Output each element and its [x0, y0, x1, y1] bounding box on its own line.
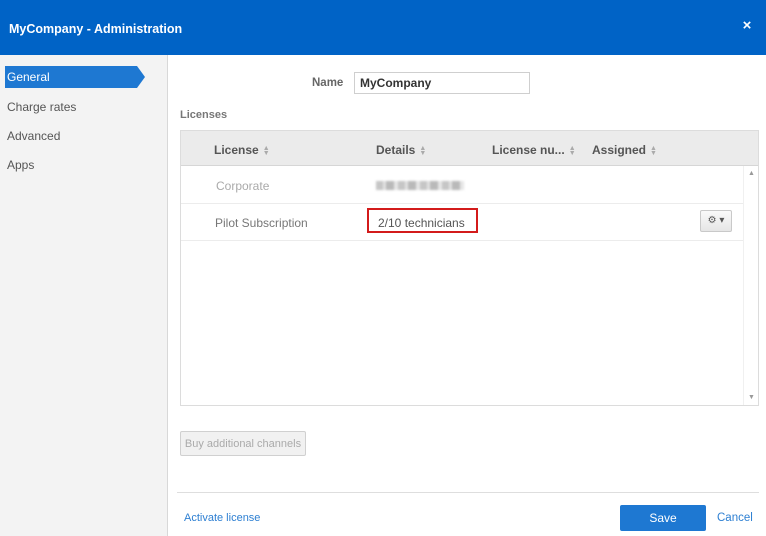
- name-input[interactable]: [354, 72, 530, 94]
- row-actions-button[interactable]: ⚙ ▾: [700, 210, 732, 232]
- column-header-assigned[interactable]: Assigned ▲ ▼: [592, 143, 657, 157]
- column-header-license[interactable]: License ▲ ▼: [214, 143, 270, 157]
- table-row[interactable]: Pilot Subscription 2/10 technicians ⚙ ▾: [181, 204, 743, 241]
- license-name: Corporate: [216, 179, 270, 193]
- column-header-license-number[interactable]: License nu... ▲ ▼: [492, 143, 576, 157]
- licenses-section-label: Licenses: [180, 109, 228, 121]
- sort-icon: ▲ ▼: [650, 144, 657, 157]
- scroll-down-icon[interactable]: ▼: [748, 394, 755, 401]
- name-label: Name: [312, 77, 344, 89]
- grid-scrollbar[interactable]: ▲ ▼: [743, 166, 758, 405]
- activate-license-link[interactable]: Activate license: [184, 512, 260, 524]
- sidebar-item-advanced[interactable]: Advanced: [0, 125, 168, 147]
- sidebar-item-label: Advanced: [7, 129, 61, 143]
- close-icon[interactable]: ×: [740, 18, 754, 34]
- sidebar-item-general[interactable]: General: [0, 66, 168, 88]
- license-details-redacted: [376, 179, 464, 193]
- licenses-grid: License ▲ ▼ Details ▲ ▼ License nu... ▲ ▼ Assi…: [180, 130, 759, 406]
- title-bar: MyCompany - Administration ×: [0, 0, 766, 55]
- sort-icon: ▲ ▼: [262, 144, 270, 157]
- sort-icon: ▲ ▼: [568, 144, 576, 157]
- save-button[interactable]: Save: [620, 505, 706, 531]
- license-details: 2/10 technicians: [378, 216, 465, 230]
- gear-icon: ⚙: [707, 215, 717, 226]
- footer-divider: [177, 492, 759, 493]
- sidebar-item-apps[interactable]: Apps: [0, 154, 168, 176]
- buy-additional-channels-button[interactable]: Buy additional channels: [180, 431, 306, 456]
- table-row[interactable]: Corporate: [181, 167, 743, 204]
- sidebar-item-label: General: [7, 70, 50, 84]
- license-name: Pilot Subscription: [215, 216, 308, 230]
- chevron-down-icon: ▾: [719, 215, 725, 226]
- sort-icon: ▲ ▼: [419, 144, 427, 157]
- column-header-details[interactable]: Details ▲ ▼: [376, 143, 426, 157]
- window-title: MyCompany - Administration: [9, 22, 183, 36]
- grid-header: License ▲ ▼ Details ▲ ▼ License nu... ▲ ▼ Assi…: [181, 131, 758, 166]
- cancel-link[interactable]: Cancel: [717, 512, 753, 524]
- sidebar-item-label: Charge rates: [7, 100, 77, 114]
- sidebar-item-label: Apps: [7, 158, 35, 172]
- scroll-up-icon[interactable]: ▲: [748, 170, 755, 177]
- sidebar-item-charge-rates[interactable]: Charge rates: [0, 96, 168, 118]
- sidebar: General Charge rates Advanced Apps: [0, 55, 168, 536]
